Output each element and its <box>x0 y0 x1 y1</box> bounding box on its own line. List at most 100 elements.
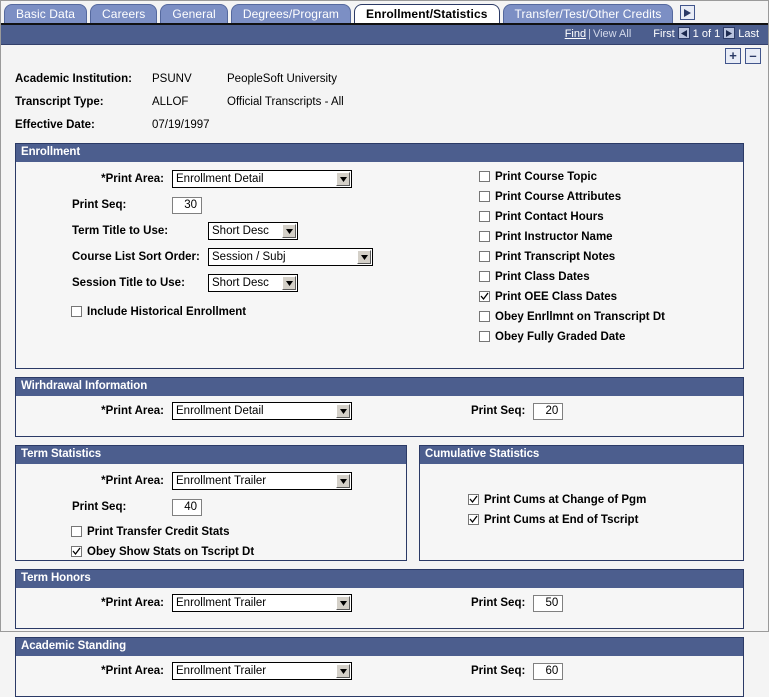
tab-careers[interactable]: Careers <box>90 4 158 23</box>
term-honors-group-title: Term Honors <box>16 570 743 588</box>
term-statistics-print-area-label: *Print Area: <box>101 475 164 487</box>
tab-degrees-program[interactable]: Degrees/Program <box>230 4 352 23</box>
session-title-select[interactable]: Short Desc <box>208 274 298 292</box>
effective-date-label: Effective Date: <box>15 119 95 131</box>
withdrawal-information-group-title: Wirhdrawal Information <box>16 378 743 396</box>
print-transcript-notes-label: Print Transcript Notes <box>495 251 616 264</box>
term-honors-print-area-label: *Print Area: <box>101 597 164 609</box>
view-all-link[interactable]: View All <box>593 28 631 40</box>
print-cums-end-of-tscript-checkbox[interactable] <box>468 513 479 525</box>
next-arrow-icon[interactable] <box>723 27 736 40</box>
enrollment-group-body: *Print Area: Enrollment Detail Print Seq:… <box>16 162 743 368</box>
withdrawal-print-seq-input[interactable]: 20 <box>533 402 564 420</box>
obey-enrollment-transcript-dt-checkbox[interactable] <box>479 310 490 322</box>
option-obey-fully-graded-date: Obey Fully Graded Date <box>479 327 665 347</box>
term-honors-print-area-select[interactable]: Enrollment Trailer <box>172 594 352 612</box>
obey-enrollment-transcript-dt-label: Obey Enrllmnt on Transcript Dt <box>495 311 665 324</box>
obey-show-stats-tscript-dt-label: Obey Show Stats on Tscript Dt <box>87 546 255 559</box>
option-print-course-attributes: Print Course Attributes <box>479 187 665 207</box>
chevron-down-icon[interactable] <box>336 404 350 418</box>
print-cums-change-of-pgm-checkbox[interactable] <box>468 493 479 505</box>
enrollment-left-column: *Print Area: Enrollment Detail Print Seq:… <box>16 168 471 322</box>
option-print-cums-change-of-pgm: Print Cums at Change of Pgm <box>468 490 743 510</box>
obey-show-stats-tscript-dt-checkbox[interactable] <box>71 545 82 557</box>
print-class-dates-checkbox[interactable] <box>479 270 490 282</box>
effective-date-row: Effective Date: 07/19/1997 <box>15 114 768 137</box>
withdrawal-print-area-select[interactable]: Enrollment Detail <box>172 402 352 420</box>
print-instructor-name-checkbox[interactable] <box>479 230 490 242</box>
option-print-course-topic: Print Course Topic <box>479 167 665 187</box>
option-obey-show-stats-tscript-dt: Obey Show Stats on Tscript Dt <box>16 542 406 562</box>
term-statistics-print-seq-row: Print Seq: 40 <box>16 496 406 522</box>
session-title-label: Session Title to Use: <box>72 277 185 289</box>
chevron-down-icon[interactable] <box>282 224 296 238</box>
row-action-bar: + – <box>1 45 768 67</box>
academic-institution-desc: PeopleSoft University <box>227 73 337 85</box>
option-print-contact-hours: Print Contact Hours <box>479 207 665 227</box>
find-link[interactable]: Find <box>565 28 586 40</box>
record-navigation-bar: Find | View All First 1 of 1 Last <box>1 25 768 45</box>
print-oee-class-dates-label: Print OEE Class Dates <box>495 291 618 304</box>
print-instructor-name-label: Print Instructor Name <box>495 231 613 244</box>
enrollment-print-area-row: *Print Area: Enrollment Detail <box>16 168 471 194</box>
option-obey-enrollment-transcript-dt: Obey Enrllmnt on Transcript Dt <box>479 307 665 327</box>
term-statistics-group-body: *Print Area: Enrollment Trailer Print Seq… <box>16 464 406 570</box>
session-title-row: Session Title to Use: Short Desc <box>16 272 471 298</box>
print-cums-end-of-tscript-label: Print Cums at End of Tscript <box>484 514 639 527</box>
option-print-transfer-credit-stats: Print Transfer Credit Stats <box>16 522 406 542</box>
print-course-topic-checkbox[interactable] <box>479 170 490 182</box>
withdrawal-information-group: Wirhdrawal Information *Print Area: Enrol… <box>15 377 744 437</box>
statistics-row: Term Statistics *Print Area: Enrollment T… <box>15 445 744 561</box>
print-transcript-notes-checkbox[interactable] <box>479 250 490 262</box>
print-contact-hours-checkbox[interactable] <box>479 210 490 222</box>
print-contact-hours-label: Print Contact Hours <box>495 211 604 224</box>
enrollment-print-seq-label: Print Seq: <box>72 199 127 211</box>
academic-standing-print-area-select[interactable]: Enrollment Trailer <box>172 662 352 680</box>
last-link[interactable]: Last <box>735 28 762 40</box>
next-tabs-arrow-icon[interactable] <box>680 5 696 20</box>
course-list-sort-select[interactable]: Session / Subj <box>208 248 373 266</box>
enrollment-print-seq-input[interactable]: 30 <box>172 196 202 214</box>
term-honors-print-seq-input[interactable]: 50 <box>533 594 564 612</box>
chevron-down-icon[interactable] <box>336 596 350 610</box>
academic-standing-print-area-label: *Print Area: <box>101 665 164 677</box>
include-historical-enrollment-checkbox[interactable] <box>71 305 82 317</box>
chevron-down-icon[interactable] <box>282 276 296 290</box>
term-statistics-print-area-select[interactable]: Enrollment Trailer <box>172 472 352 490</box>
enrollment-print-area-select[interactable]: Enrollment Detail <box>172 170 352 188</box>
academic-standing-group-body: *Print Area: Enrollment Trailer Print Seq… <box>16 656 743 696</box>
delete-row-button[interactable]: – <box>745 48 761 64</box>
page-root: Basic Data Careers General Degrees/Program E… <box>0 0 769 697</box>
term-honors-print-area-value: Enrollment Trailer <box>176 597 267 609</box>
tab-strip: Basic Data Careers General Degrees/Program E… <box>1 1 768 25</box>
chevron-down-icon[interactable] <box>336 172 350 186</box>
academic-institution-row: Academic Institution: PSUNV PeopleSoft Uni… <box>15 68 768 91</box>
chevron-down-icon[interactable] <box>357 250 371 264</box>
tab-enrollment-statistics[interactable]: Enrollment/Statistics <box>354 4 500 23</box>
tab-transfer-test-other-credits[interactable]: Transfer/Test/Other Credits <box>502 4 674 23</box>
tab-basic-data[interactable]: Basic Data <box>4 4 88 23</box>
add-row-button[interactable]: + <box>725 48 741 64</box>
academic-standing-print-seq-input[interactable]: 60 <box>533 662 564 680</box>
print-course-topic-label: Print Course Topic <box>495 171 598 184</box>
cumulative-statistics-group-body: Print Cums at Change of Pgm Print Cums a… <box>420 464 743 538</box>
term-statistics-print-seq-input[interactable]: 40 <box>172 498 202 516</box>
chevron-down-icon[interactable] <box>336 664 350 678</box>
term-title-select[interactable]: Short Desc <box>208 222 298 240</box>
withdrawal-information-group-body: *Print Area: Enrollment Detail Print Seq:… <box>16 396 743 436</box>
term-statistics-print-area-value: Enrollment Trailer <box>176 475 267 487</box>
tab-general[interactable]: General <box>160 4 228 23</box>
print-course-attributes-checkbox[interactable] <box>479 190 490 202</box>
prev-arrow-icon[interactable] <box>677 27 690 40</box>
academic-institution-code: PSUNV <box>152 73 192 85</box>
chevron-down-icon[interactable] <box>336 474 350 488</box>
first-link[interactable]: First <box>631 28 677 40</box>
print-oee-class-dates-checkbox[interactable] <box>479 290 490 302</box>
obey-fully-graded-date-checkbox[interactable] <box>479 330 490 342</box>
term-honors-group: Term Honors *Print Area: Enrollment Trail… <box>15 569 744 629</box>
print-transfer-credit-stats-checkbox[interactable] <box>71 525 82 537</box>
print-transfer-credit-stats-label: Print Transfer Credit Stats <box>87 526 230 539</box>
term-statistics-print-seq-label: Print Seq: <box>72 501 127 513</box>
record-counter: 1 of 1 <box>692 28 721 40</box>
academic-standing-group: Academic Standing *Print Area: Enrollment… <box>15 637 744 697</box>
